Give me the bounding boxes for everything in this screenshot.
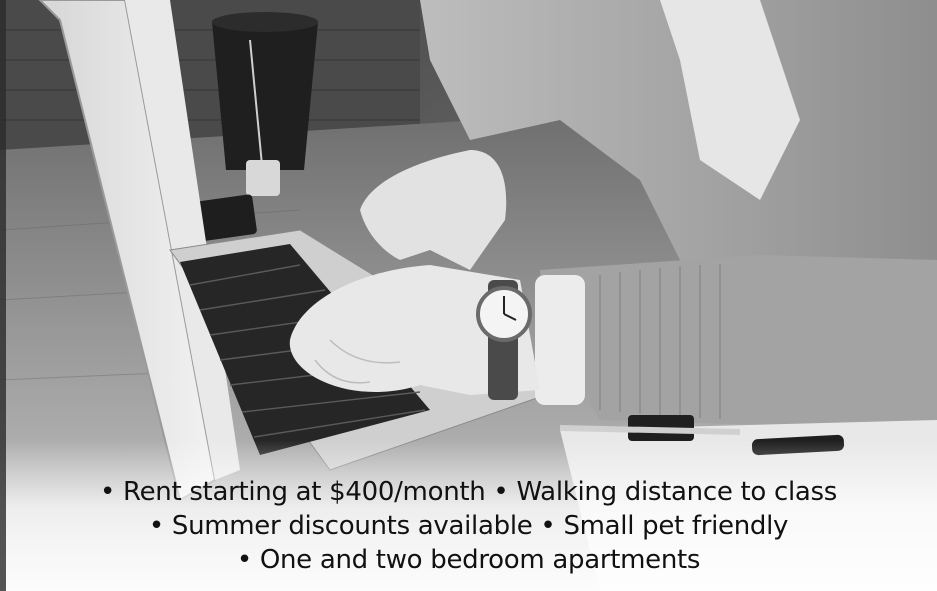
amenities-line-1: • Rent starting at $400/month • Walking … [0, 475, 937, 509]
bullet: • [493, 477, 509, 507]
amenity-summer-discounts: Summer discounts available [171, 511, 533, 541]
amenity-apartment-types: One and two bedroom apartments [259, 545, 701, 575]
amenities-line-3: • One and two bedroom apartments [0, 543, 937, 577]
mug [212, 12, 318, 196]
amenity-walking-distance: Walking distance to class [516, 477, 838, 507]
bullet: • [148, 511, 164, 541]
amenity-pet-friendly: Small pet friendly [563, 511, 789, 541]
amenity-rent: Rent starting at $400/month [122, 477, 486, 507]
bullet: • [540, 511, 556, 541]
bullet: • [236, 545, 252, 575]
amenities-list: • Rent starting at $400/month • Walking … [0, 475, 937, 577]
apartment-advertisement: • Rent starting at $400/month • Walking … [0, 0, 937, 591]
amenities-line-2: • Summer discounts available • Small pet… [0, 509, 937, 543]
bullet: • [99, 477, 116, 507]
